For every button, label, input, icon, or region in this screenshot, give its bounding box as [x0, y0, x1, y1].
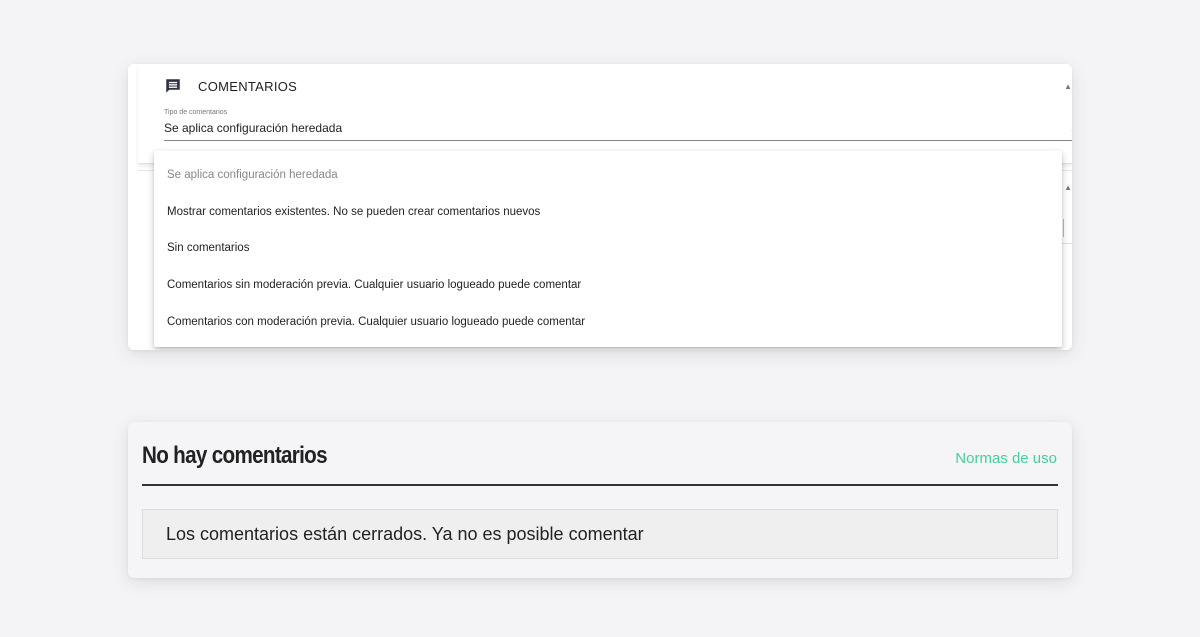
comments-closed-message: Los comentarios están cerrados. Ya no es… [142, 509, 1058, 559]
heading-divider [142, 484, 1058, 486]
field-label: Tipo de comentarios [164, 109, 228, 116]
comments-settings-card: ▲ COMENTARIOS ▲ Tipo de comentarios Se a… [128, 64, 1072, 350]
field-divider [1063, 219, 1064, 237]
dropdown-option-no-comments[interactable]: Sin comentarios [154, 230, 1062, 267]
comment-icon [166, 79, 180, 93]
dropdown-option-unmoderated[interactable]: Comentarios sin moderación previa. Cualq… [154, 267, 1062, 304]
comments-section: COMENTARIOS ▲ Tipo de comentarios Se apl… [138, 64, 1072, 164]
field-underline [164, 140, 1072, 141]
usage-rules-link[interactable]: Normas de uso [955, 450, 1057, 467]
dropdown-option-inherited[interactable]: Se aplica configuración heredada [154, 157, 1062, 194]
comment-type-select[interactable]: Se aplica configuración heredada [164, 121, 342, 135]
dropdown-option-moderated[interactable]: Comentarios con moderación previa. Cualq… [154, 303, 1062, 340]
public-comments-card: No hay comentarios Normas de uso Los com… [128, 422, 1072, 578]
section-header[interactable]: COMENTARIOS [164, 76, 297, 96]
collapse-caret-icon[interactable]: ▲ [1064, 82, 1072, 91]
comment-type-dropdown: Se aplica configuración heredada Mostrar… [154, 151, 1062, 347]
dropdown-caret-icon[interactable]: ▲ [1070, 124, 1072, 133]
dropdown-option-show-existing[interactable]: Mostrar comentarios existentes. No se pu… [154, 194, 1062, 231]
section-title: COMENTARIOS [198, 78, 298, 94]
comments-heading: No hay comentarios [142, 442, 328, 469]
collapse-caret-icon[interactable]: ▲ [1064, 183, 1072, 192]
